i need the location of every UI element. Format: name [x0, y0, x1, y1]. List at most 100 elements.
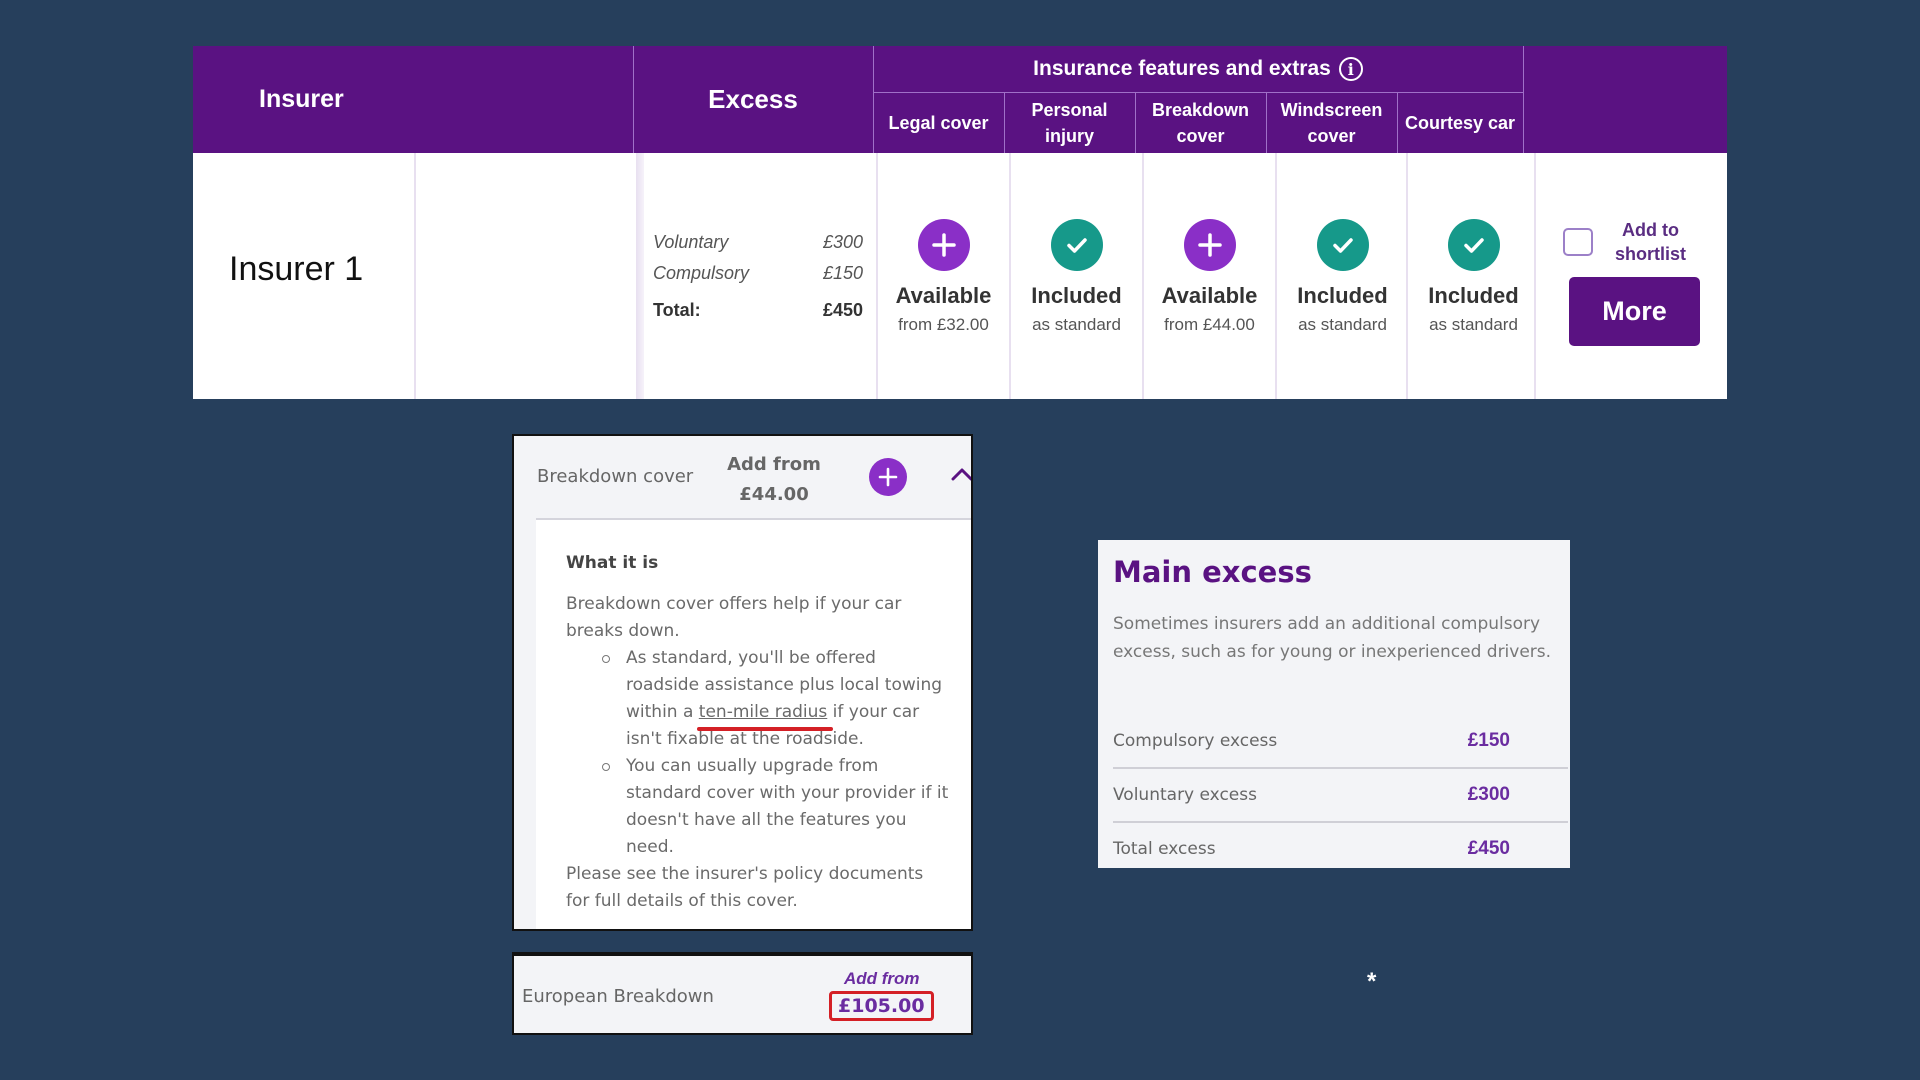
- list-item: You can usually upgrade from standard co…: [602, 753, 949, 861]
- info-icon[interactable]: i: [1338, 57, 1363, 81]
- excess-row-total: Total excess £450: [1113, 823, 1568, 875]
- add-from-label: Add from: [844, 969, 920, 988]
- excess-row-label: Compulsory excess: [1113, 731, 1278, 751]
- table-row: Insurer 1 Voluntary £300 Compulsory £150…: [193, 153, 1727, 399]
- link-text: ten-mile radius: [698, 702, 828, 722]
- excess-breakdown: Voluntary £300 Compulsory £150 Total: £4…: [653, 227, 863, 326]
- feature-status: Included: [1428, 283, 1519, 308]
- section-heading: What it is: [566, 553, 659, 573]
- header-line: Legal cover: [888, 113, 989, 133]
- insurer-name: Insurer 1: [229, 250, 364, 288]
- plus-icon: [878, 467, 898, 487]
- feature-legal-cover[interactable]: Available from £32.00: [878, 153, 1009, 399]
- ten-mile-radius-link[interactable]: ten-mile radius: [696, 702, 834, 731]
- excess-label: Voluntary: [653, 232, 729, 252]
- feature-windscreen-cover: Included as standard: [1277, 153, 1408, 399]
- excess-label: Compulsory: [653, 263, 750, 283]
- european-breakdown-title: European Breakdown: [522, 986, 714, 1007]
- main-excess-title: Main excess: [1113, 555, 1312, 589]
- intro-text: Breakdown cover offers help if your car …: [566, 594, 902, 641]
- header-excess: Excess: [708, 84, 798, 114]
- feature-price: from £32.00: [898, 315, 989, 334]
- header-breakdown-cover: Breakdown cover: [1135, 93, 1266, 153]
- feature-status: Available: [895, 283, 992, 308]
- header-line: Courtesy car: [1404, 113, 1516, 133]
- feature-status: Included: [1297, 283, 1388, 308]
- breakdown-cover-header[interactable]: Breakdown cover Add from £44.00: [514, 436, 971, 518]
- header-line: injury: [1044, 126, 1094, 146]
- excess-row-compulsory: Compulsory excess £150: [1113, 715, 1568, 769]
- excess-row-value: £300: [1467, 784, 1510, 805]
- add-breakdown-button[interactable]: [869, 458, 907, 496]
- plus-icon[interactable]: [1183, 219, 1236, 271]
- header-features-label: Insurance features and extras: [1033, 57, 1331, 80]
- asterisk-annotation: *: [1367, 968, 1377, 995]
- european-breakdown-price: £105.00: [829, 991, 934, 1021]
- feature-status: Included: [1031, 283, 1122, 308]
- breakdown-add-from: Add from £44.00: [714, 450, 834, 510]
- header-line: cover: [1176, 126, 1225, 146]
- european-breakdown-row[interactable]: European Breakdown Add from £105.00: [512, 952, 973, 1035]
- shortlist-label[interactable]: Add to shortlist: [1615, 218, 1686, 266]
- check-icon: [1316, 219, 1369, 271]
- column-divider: [1534, 153, 1536, 399]
- list-item: As standard, you'll be offered roadside …: [602, 645, 949, 753]
- red-underline-annotation: [696, 727, 834, 731]
- chevron-up-icon: [951, 468, 971, 481]
- header-line: cover: [1307, 126, 1356, 146]
- header-insurer: Insurer: [259, 85, 344, 113]
- excess-compulsory: Compulsory £150: [653, 258, 863, 289]
- feature-courtesy-car: Included as standard: [1408, 153, 1539, 399]
- excess-row-label: Total excess: [1113, 839, 1216, 859]
- footer-text: Please see the insurer's policy document…: [566, 864, 924, 911]
- check-icon: [1447, 219, 1500, 271]
- shortlist-label-line: Add to: [1622, 220, 1679, 240]
- excess-voluntary: Voluntary £300: [653, 227, 863, 258]
- excess-row-voluntary: Voluntary excess £300: [1113, 769, 1568, 823]
- more-button[interactable]: More: [1569, 277, 1700, 346]
- excess-row-value: £150: [1467, 730, 1510, 751]
- header-line: Breakdown: [1151, 100, 1250, 120]
- breakdown-cover-details: What it is Breakdown cover offers help i…: [536, 518, 971, 929]
- feature-note: as standard: [1032, 315, 1121, 334]
- add-from-price: £44.00: [739, 484, 809, 505]
- excess-total: Total: £450: [653, 295, 863, 326]
- header-courtesy-car: Courtesy car: [1397, 93, 1523, 153]
- breakdown-cover-title: Breakdown cover: [537, 466, 694, 487]
- feature-personal-injury: Included as standard: [1011, 153, 1142, 399]
- add-to-shortlist[interactable]: Add to shortlist: [1563, 218, 1686, 266]
- plus-icon[interactable]: [917, 219, 970, 271]
- excess-table: Compulsory excess £150 Voluntary excess …: [1113, 715, 1568, 875]
- column-divider: [414, 153, 416, 399]
- header-personal-injury: Personal injury: [1004, 93, 1135, 153]
- excess-row-value: £450: [1467, 838, 1510, 859]
- comparison-table: Insurer Excess Insurance features and ex…: [193, 46, 1727, 399]
- breakdown-cover-panel: Breakdown cover Add from £44.00 What it …: [512, 434, 973, 931]
- feature-note: as standard: [1429, 315, 1518, 334]
- header-features-group: Insurance features and extras i: [873, 46, 1523, 92]
- shortlist-label-line: shortlist: [1615, 244, 1687, 264]
- details-list: As standard, you'll be offered roadside …: [566, 645, 949, 861]
- table-header: Insurer Excess Insurance features and ex…: [193, 46, 1727, 153]
- feature-status: Available: [1161, 283, 1258, 308]
- header-line: Windscreen: [1280, 100, 1383, 120]
- main-excess-description: Sometimes insurers add an additional com…: [1113, 614, 1552, 662]
- shortlist-checkbox[interactable]: [1563, 228, 1593, 256]
- column-divider: [636, 153, 644, 399]
- collapse-button[interactable]: [950, 466, 971, 487]
- excess-row-label: Voluntary excess: [1113, 785, 1257, 805]
- add-from-label: Add from: [727, 454, 821, 475]
- main-excess-panel: Main excess Sometimes insurers add an ad…: [1098, 540, 1570, 868]
- check-icon: [1050, 219, 1103, 271]
- feature-price: from £44.00: [1164, 315, 1255, 334]
- excess-value: £300: [822, 232, 863, 252]
- feature-breakdown-cover[interactable]: Available from £44.00: [1144, 153, 1275, 399]
- header-legal-cover: Legal cover: [873, 93, 1004, 153]
- excess-value: £450: [822, 300, 863, 320]
- header-windscreen-cover: Windscreen cover: [1266, 93, 1397, 153]
- excess-value: £150: [822, 263, 863, 283]
- feature-note: as standard: [1298, 315, 1387, 334]
- excess-label: Total:: [653, 300, 701, 320]
- header-line: Personal: [1031, 100, 1108, 120]
- header-divider: [1523, 46, 1524, 153]
